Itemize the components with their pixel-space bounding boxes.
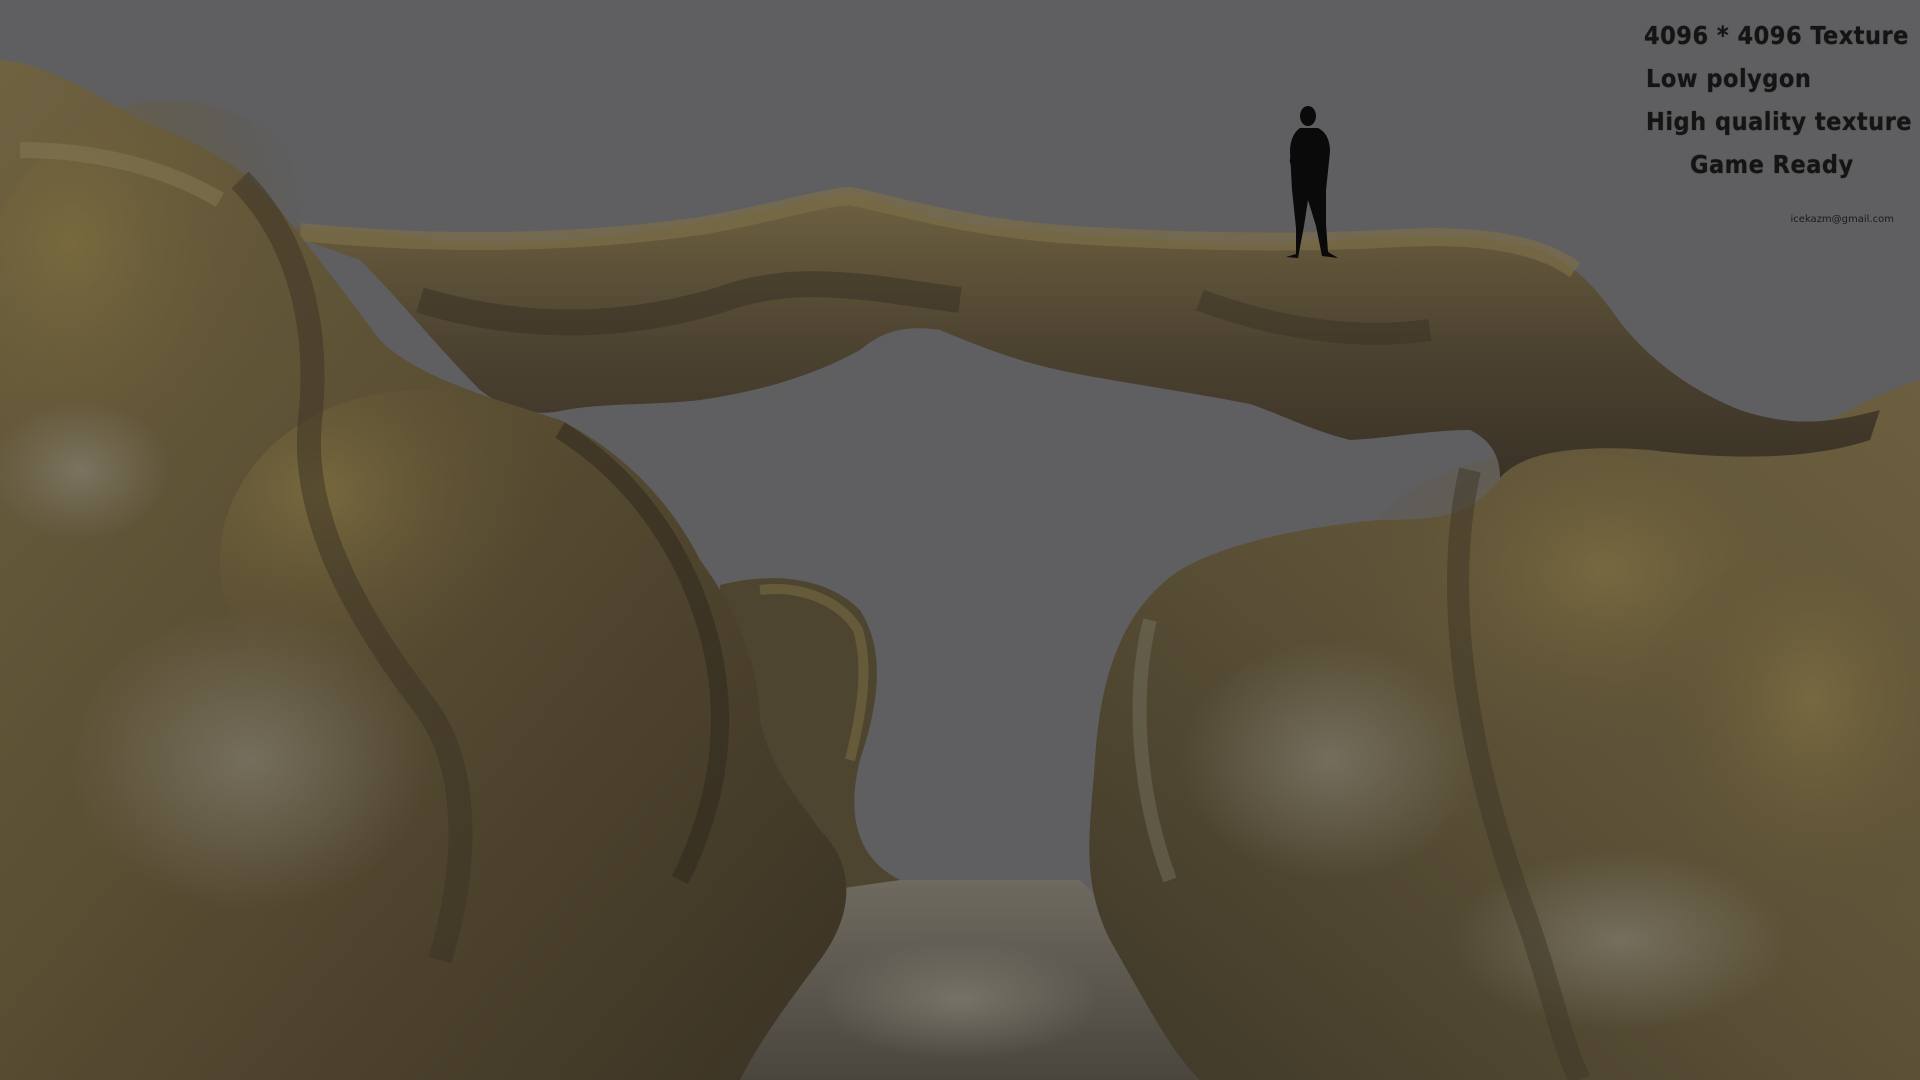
caption-line-quality: High quality texture	[1646, 107, 1913, 136]
caption-line-texture: 4096 * 4096 Texture	[1644, 21, 1909, 50]
feature-caption: 4096 * 4096 Texture Low polygon High qua…	[1644, 14, 1913, 186]
caption-line-polygon: Low polygon	[1646, 64, 1812, 93]
render-viewport	[0, 60, 1920, 1080]
author-email: icekazm@gmail.com	[1790, 214, 1894, 225]
caption-line-game-ready: Game Ready	[1690, 150, 1854, 179]
